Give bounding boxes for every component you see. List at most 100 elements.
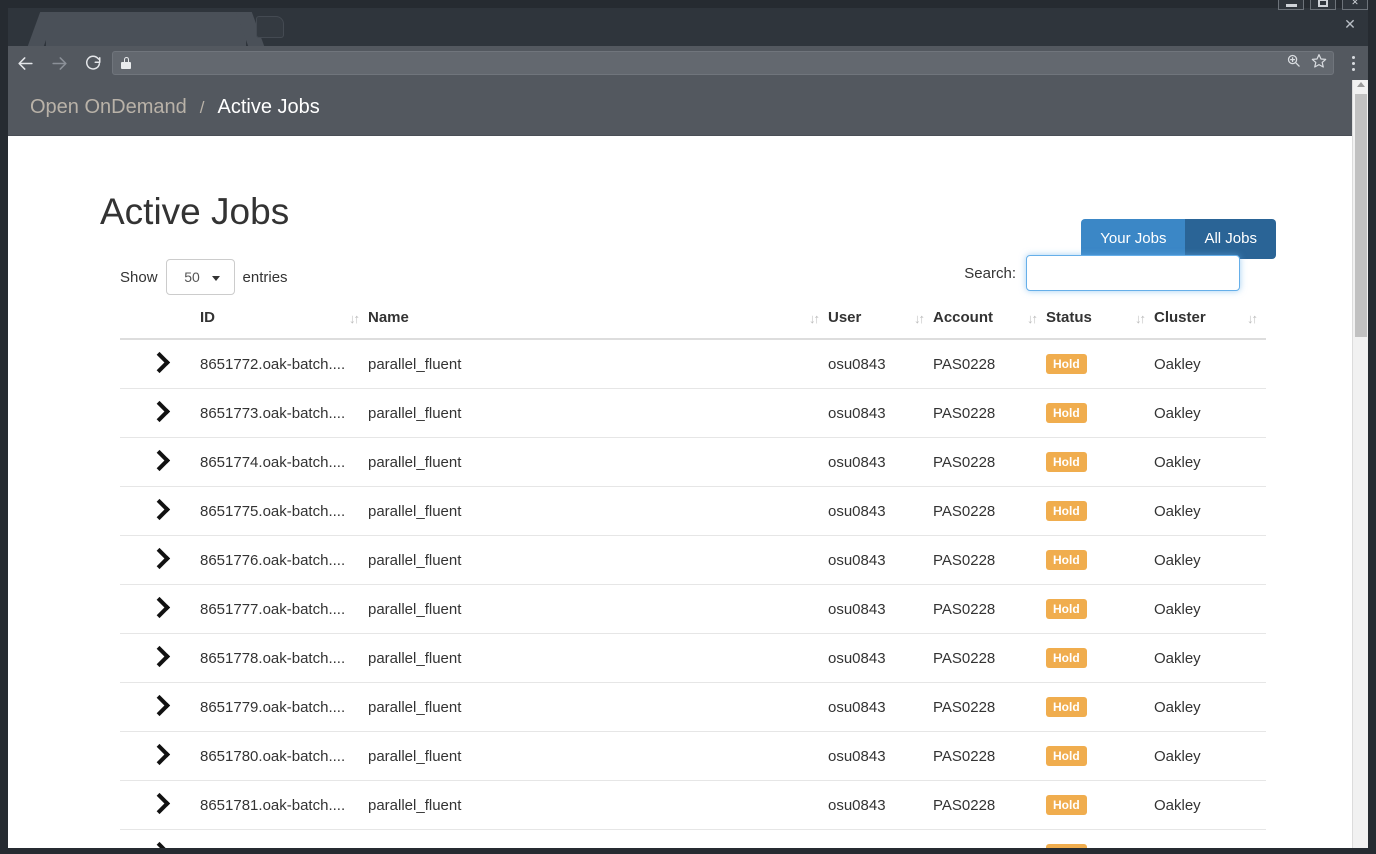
row-cell-id: 8651775.oak-batch.... <box>200 486 368 536</box>
status-badge: Hold <box>1046 648 1087 668</box>
table-row[interactable]: 8651779.oak-batch.... parallel_fluent osu0… <box>120 682 1266 732</box>
scrollbar-thumb[interactable] <box>1355 94 1367 337</box>
close-icon: ✕ <box>1351 0 1359 7</box>
chevron-right-icon[interactable] <box>150 548 168 568</box>
chevron-right-icon[interactable] <box>150 744 168 764</box>
row-cell-name: parallel_fluent <box>368 780 828 830</box>
chevron-right-icon[interactable] <box>150 450 168 470</box>
back-arrow-icon <box>17 56 33 70</box>
sort-icon-user[interactable]: ↓↑ <box>914 311 925 326</box>
row-cell-id: 8651781.oak-batch.... <box>200 780 368 830</box>
status-badge: Hold <box>1046 501 1087 521</box>
row-cell-cluster: Oakley <box>1154 829 1266 848</box>
chevron-right-icon[interactable] <box>150 793 168 813</box>
row-cell-status: Hold <box>1046 633 1154 683</box>
breadcrumb-brand[interactable]: Open OnDemand <box>30 96 187 119</box>
back-button[interactable] <box>8 46 42 80</box>
row-cell-user: osu0843 <box>828 339 933 389</box>
row-cell-name: parallel_fluent <box>368 437 828 487</box>
row-cell-account: PAS0228 <box>933 437 1046 487</box>
forward-button[interactable] <box>42 46 76 80</box>
row-cell-cluster: Oakley <box>1154 682 1266 732</box>
bookmark-star-icon[interactable] <box>1311 53 1327 74</box>
table-row[interactable]: 8651778.oak-batch.... parallel_fluent osu0… <box>120 633 1266 683</box>
breadcrumb-current: Active Jobs <box>217 96 320 118</box>
row-cell-account: PAS0228 <box>933 682 1046 732</box>
column-header-id[interactable]: ID ↓↑ <box>200 301 368 340</box>
page-scrollbar[interactable] <box>1352 80 1368 848</box>
address-bar[interactable] <box>112 51 1334 75</box>
window-maximize-button[interactable] <box>1310 0 1336 10</box>
row-cell-cluster: Oakley <box>1154 633 1266 683</box>
page-viewport: Open OnDemand / Active Jobs Your Jobs Al… <box>8 80 1368 848</box>
column-label-user: User <box>828 309 862 326</box>
zoom-icon[interactable] <box>1286 53 1301 73</box>
browser-tab[interactable] <box>46 12 246 46</box>
lock-icon <box>121 57 131 69</box>
scroll-up-arrow-icon[interactable] <box>1357 82 1365 87</box>
table-row[interactable]: 8651775.oak-batch.... parallel_fluent osu0… <box>120 486 1266 536</box>
chevron-right-icon[interactable] <box>150 646 168 666</box>
window-close-button[interactable]: ✕ <box>1342 0 1368 10</box>
chevron-right-icon[interactable] <box>150 499 168 519</box>
table-row[interactable]: 8651780.oak-batch.... parallel_fluent osu0… <box>120 731 1266 781</box>
column-header-status[interactable]: Status ↓↑ <box>1046 301 1154 340</box>
row-cell-name: parallel_fluent <box>368 682 828 732</box>
row-cell-user: osu0843 <box>828 437 933 487</box>
row-expand-cell <box>120 535 200 585</box>
row-cell-status: Hold <box>1046 780 1154 830</box>
table-row[interactable]: 8651777.oak-batch.... parallel_fluent osu0… <box>120 584 1266 634</box>
search-label: Search: <box>964 264 1016 282</box>
row-cell-status: Hold <box>1046 584 1154 634</box>
column-header-cluster[interactable]: Cluster ↓↑ <box>1154 301 1266 340</box>
sort-icon-account[interactable]: ↓↑ <box>1027 311 1038 326</box>
column-label-id: ID <box>200 309 215 326</box>
chevron-right-icon[interactable] <box>150 695 168 715</box>
sort-icon-cluster[interactable]: ↓↑ <box>1247 311 1258 326</box>
table-row[interactable]: 8651774.oak-batch.... parallel_fluent osu0… <box>120 437 1266 487</box>
row-cell-name: parallel_fluent <box>368 633 828 683</box>
search-input[interactable] <box>1026 255 1240 291</box>
chevron-right-icon[interactable] <box>150 842 168 848</box>
table-row[interactable]: 8651781.oak-batch.... parallel_fluent osu0… <box>120 780 1266 830</box>
show-label: Show <box>120 268 158 286</box>
table-row[interactable]: 8651772.oak-batch.... parallel_fluent osu0… <box>120 339 1266 389</box>
row-cell-user: osu0843 <box>828 633 933 683</box>
reload-icon <box>86 55 101 70</box>
table-row[interactable]: 8651776.oak-batch.... parallel_fluent osu0… <box>120 535 1266 585</box>
row-cell-account: PAS0228 <box>933 780 1046 830</box>
sort-icon-status[interactable]: ↓↑ <box>1135 311 1146 326</box>
chevron-right-icon[interactable] <box>150 352 168 372</box>
chevron-right-icon[interactable] <box>150 401 168 421</box>
chevron-right-icon[interactable] <box>150 597 168 617</box>
row-expand-cell <box>120 829 200 848</box>
window-minimize-button[interactable] <box>1278 0 1304 10</box>
active-jobs-table: ID ↓↑ Name ↓↑ User ↓↑ Account ↓↑ Status … <box>120 301 1266 848</box>
table-row[interactable]: 8651773.oak-batch.... parallel_fluent osu0… <box>120 388 1266 438</box>
sort-icon-name[interactable]: ↓↑ <box>809 311 820 326</box>
row-cell-id: 8651773.oak-batch.... <box>200 388 368 438</box>
row-cell-id: 8651777.oak-batch.... <box>200 584 368 634</box>
row-cell-status: Hold <box>1046 731 1154 781</box>
row-cell-id: 8651776.oak-batch.... <box>200 535 368 585</box>
table-row[interactable]: 8651782.oak-batch....parallel_fluentosu0… <box>120 829 1266 848</box>
browser-menu-button[interactable] <box>1340 46 1366 80</box>
column-label-cluster: Cluster <box>1154 309 1206 326</box>
tab-close-icon[interactable]: ✕ <box>1342 16 1358 32</box>
row-cell-cluster: Oakley <box>1154 780 1266 830</box>
column-header-user[interactable]: User ↓↑ <box>828 301 933 340</box>
new-tab-button[interactable] <box>256 16 284 38</box>
chevron-down-icon <box>211 276 220 281</box>
row-cell-name: parallel_fluent <box>368 388 828 438</box>
row-cell-id: 8651782.oak-batch.... <box>200 829 368 848</box>
row-cell-account: PAS0228 <box>933 388 1046 438</box>
row-cell-cluster: Oakley <box>1154 339 1266 389</box>
row-cell-account: PAS0228 <box>933 535 1046 585</box>
sort-icon-id[interactable]: ↓↑ <box>349 311 360 326</box>
row-cell-user: osu0843 <box>828 535 933 585</box>
column-header-name[interactable]: Name ↓↑ <box>368 301 828 340</box>
row-cell-user: osu0843 <box>828 388 933 438</box>
column-header-account[interactable]: Account ↓↑ <box>933 301 1046 340</box>
reload-button[interactable] <box>76 46 110 80</box>
page-length-select[interactable]: 50 <box>165 259 235 295</box>
